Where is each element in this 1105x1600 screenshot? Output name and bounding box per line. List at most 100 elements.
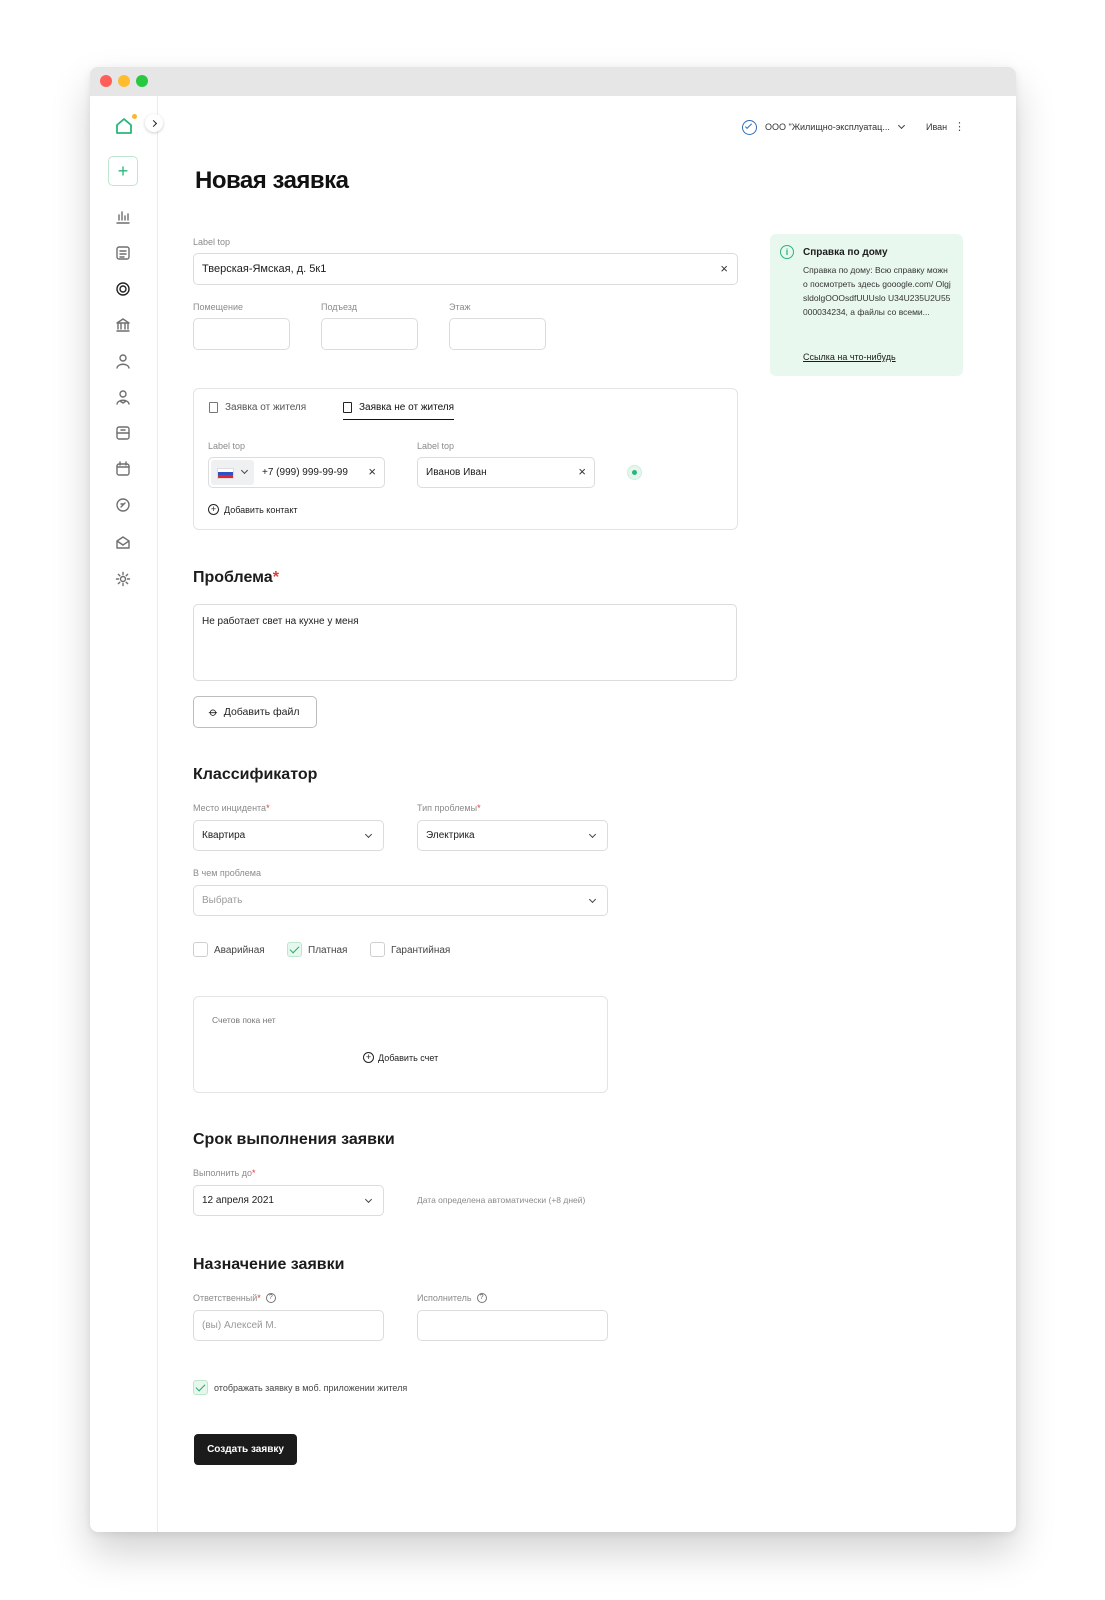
problem-text: Не работает свет на кухне у меня [202, 616, 359, 627]
tab-not-from-resident[interactable]: Заявка не от жителя [343, 402, 455, 420]
add-contact-button[interactable]: + Добавить контакт [208, 504, 297, 515]
contact-name-value: Иванов Иван [426, 467, 487, 478]
address-value: Тверская-Ямская, д. 5к1 [202, 263, 327, 275]
room-field[interactable] [193, 318, 290, 350]
russia-flag-icon [217, 468, 234, 479]
info-card: i Справка по дому Справка по дому: Всю с… [770, 234, 963, 376]
plus-circle-icon: + [363, 1052, 374, 1063]
address-field[interactable]: Тверская-Ямская, д. 5к1 × [193, 253, 738, 285]
close-window-dot[interactable] [100, 75, 112, 87]
responsible-label: Ответственный * ? [193, 1293, 276, 1303]
chevron-right-icon [149, 119, 157, 127]
user-icon[interactable] [114, 352, 132, 370]
paid-label: Платная [308, 945, 348, 956]
contact-card: Заявка от жителя Заявка не от жителя Lab… [193, 388, 738, 530]
document-icon[interactable] [114, 424, 132, 442]
mobile-app-checkbox[interactable] [193, 1380, 208, 1395]
entrance-label: Подъезд [321, 302, 357, 312]
chevron-down-icon [364, 830, 373, 839]
info-title: Справка по дому [803, 247, 888, 258]
kebab-menu-icon[interactable]: ⋮ [954, 120, 965, 133]
minimize-window-dot[interactable] [118, 75, 130, 87]
clear-address-icon[interactable]: × [720, 261, 728, 276]
plus-circle-icon: + [208, 504, 219, 515]
type-label: Тип проблемы* [417, 803, 481, 813]
invoices-empty: Счетов пока нет [212, 1015, 276, 1025]
org-name: ООО "Жилищно-эксплуатац... [765, 122, 890, 132]
info-link[interactable]: Ссылка на что-нибудь [803, 352, 896, 362]
place-select[interactable]: Квартира [193, 820, 384, 851]
type-select[interactable]: Электрика [417, 820, 608, 851]
deadline-title: Срок выполнения заявки [193, 1131, 395, 1148]
country-selector[interactable] [211, 460, 254, 485]
phone-value: +7 (999) 999-99-99 [262, 467, 348, 478]
gear-icon[interactable] [114, 570, 132, 588]
emergency-checkbox[interactable] [193, 942, 208, 957]
app-window: + ООО "Жилищно-эксплуатац... Иван ⋮ Нова… [90, 67, 1016, 1532]
calendar-icon[interactable] [114, 460, 132, 478]
chart-icon[interactable] [114, 208, 132, 226]
tab-from-resident[interactable]: Заявка от жителя [209, 402, 306, 413]
contact-name-field[interactable]: Иванов Иван × [417, 457, 595, 488]
deadline-note: Дата определена автоматически (+8 дней) [417, 1195, 586, 1205]
sidebar: + [90, 96, 163, 1532]
emergency-label: Аварийная [214, 945, 265, 956]
place-label: Место инцидента* [193, 803, 270, 813]
org-selector[interactable]: ООО "Жилищно-эксплуатац... [742, 118, 905, 136]
zoom-window-dot[interactable] [136, 75, 148, 87]
target-icon[interactable] [114, 280, 132, 298]
deadline-select[interactable]: 12 апреля 2021 [193, 1185, 384, 1216]
responsible-field[interactable]: (вы) Алексей М. [193, 1310, 384, 1341]
chevron-down-icon [588, 830, 597, 839]
title-bar [90, 67, 1016, 96]
paid-checkbox[interactable] [287, 942, 302, 957]
paperclip-icon: ⌀ [206, 704, 222, 720]
problem-title: Проблема* [193, 569, 279, 586]
clear-name-icon[interactable]: × [578, 464, 586, 479]
address-label: Label top [193, 237, 231, 247]
page-title: Новая заявка [195, 167, 349, 194]
mail-icon[interactable] [114, 533, 132, 551]
chevron-down-icon [364, 1195, 373, 1204]
name-label: Label top [417, 441, 455, 451]
assign-title: Назначение заявки [193, 1256, 345, 1273]
mobile-app-label: отображать заявку в моб. приложении жите… [214, 1383, 408, 1393]
check-circle-icon [742, 119, 757, 135]
classifier-title: Классификатор [193, 766, 318, 783]
radio-icon[interactable] [627, 465, 642, 480]
help-icon[interactable]: ? [265, 1293, 276, 1303]
phone-field[interactable]: +7 (999) 999-99-99 × [208, 457, 385, 488]
warranty-label: Гарантийная [391, 945, 451, 956]
executor-field[interactable] [417, 1310, 608, 1341]
what-label: В чем проблема [193, 868, 261, 878]
help-icon[interactable]: ? [476, 1293, 487, 1303]
deadline-label: Выполнить до* [193, 1168, 256, 1178]
what-select[interactable]: Выбрать [193, 885, 608, 916]
add-request-button[interactable]: + [108, 156, 138, 186]
home-logo-icon[interactable] [113, 114, 137, 137]
clear-phone-icon[interactable]: × [368, 464, 376, 479]
chevron-down-icon [240, 466, 249, 475]
info-text: Справка по дому: Всю справку можно посмо… [803, 265, 951, 317]
info-icon: i [780, 245, 794, 259]
document-icon [343, 402, 352, 413]
problem-textarea[interactable]: Не работает свет на кухне у меня [193, 604, 737, 681]
chevron-down-icon [588, 895, 597, 904]
users-icon[interactable] [114, 388, 132, 406]
create-request-button[interactable]: Создать заявку [194, 1434, 297, 1465]
chevron-down-icon [897, 121, 905, 130]
list-icon[interactable] [114, 244, 132, 262]
entrance-field[interactable] [321, 318, 418, 350]
plus-icon: + [117, 160, 129, 181]
invoices-card: Счетов пока нет + Добавить счет [193, 996, 608, 1093]
bank-icon[interactable] [114, 316, 132, 334]
warranty-checkbox[interactable] [370, 942, 385, 957]
expand-sidebar-button[interactable] [145, 114, 163, 132]
money-icon[interactable] [114, 496, 132, 514]
room-label: Помещение [193, 302, 243, 312]
floor-field[interactable] [449, 318, 546, 350]
phone-label: Label top [208, 441, 246, 451]
user-name[interactable]: Иван [926, 122, 947, 132]
add-invoice-button[interactable]: + Добавить счет [363, 1052, 438, 1063]
add-file-button[interactable]: ⌀ Добавить файл [193, 696, 317, 728]
